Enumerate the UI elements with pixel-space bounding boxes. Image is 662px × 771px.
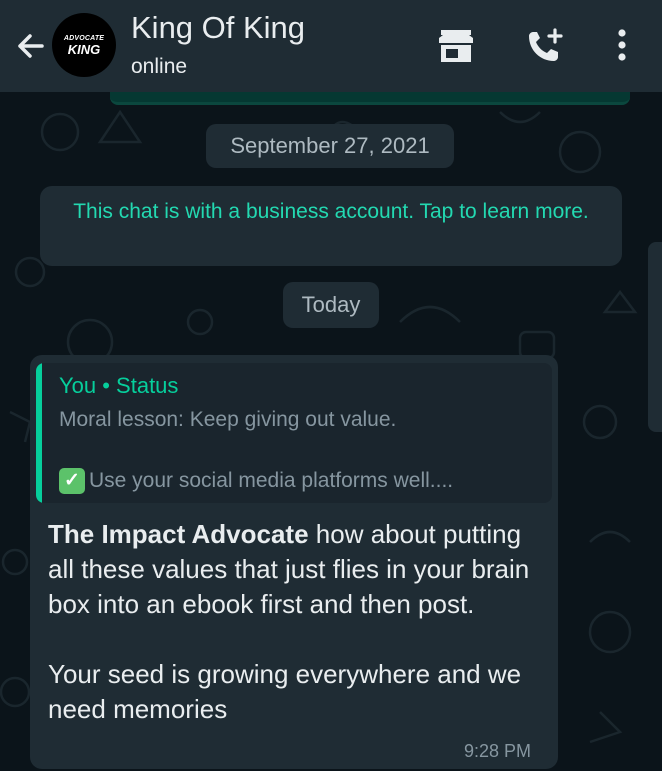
avatar-text-top: ADVOCATE	[63, 34, 105, 42]
today-separator: Today	[283, 282, 379, 328]
message-text: The Impact Advocate how about putting al…	[48, 517, 548, 727]
chat-header: ADVOCATE KING King Of King online	[0, 0, 662, 92]
avatar[interactable]: ADVOCATE KING	[52, 13, 116, 77]
message-time: 9:28 PM	[464, 741, 532, 761]
quoted-status[interactable]: You • Status Moral lesson: Keep giving o…	[36, 363, 552, 503]
quote-text-line2: ✓ Use your social media platforms well..…	[59, 468, 453, 494]
message-sender-bold: The Impact Advocate	[48, 519, 309, 549]
avatar-text-bottom: KING	[67, 41, 101, 57]
contact-status: online	[131, 55, 188, 78]
check-mark-icon: ✓	[59, 468, 85, 494]
store-icon[interactable]	[437, 28, 475, 64]
call-add-icon[interactable]	[526, 28, 566, 66]
date-separator: September 27, 2021	[206, 124, 454, 168]
quote-text-line2-label: Use your social media platforms well....	[89, 469, 454, 492]
contact-name[interactable]: King Of King	[131, 10, 305, 46]
chat-area[interactable]: September 27, 2021 This chat is with a b…	[0, 92, 662, 771]
message-paragraph-2: Your seed is growing everywhere and we n…	[48, 659, 522, 724]
quote-author: You • Status	[59, 373, 179, 398]
business-account-notice[interactable]: This chat is with a business account. Ta…	[40, 186, 622, 266]
quote-accent-bar	[36, 363, 42, 503]
back-arrow-icon[interactable]	[8, 24, 52, 68]
scroll-edge	[648, 242, 662, 432]
more-vert-icon[interactable]	[612, 28, 632, 64]
message-paragraph-1: The Impact Advocate how about putting al…	[48, 517, 548, 622]
quote-text-line1: Moral lesson: Keep giving out value.	[59, 408, 397, 431]
previous-message-edge	[110, 92, 630, 105]
